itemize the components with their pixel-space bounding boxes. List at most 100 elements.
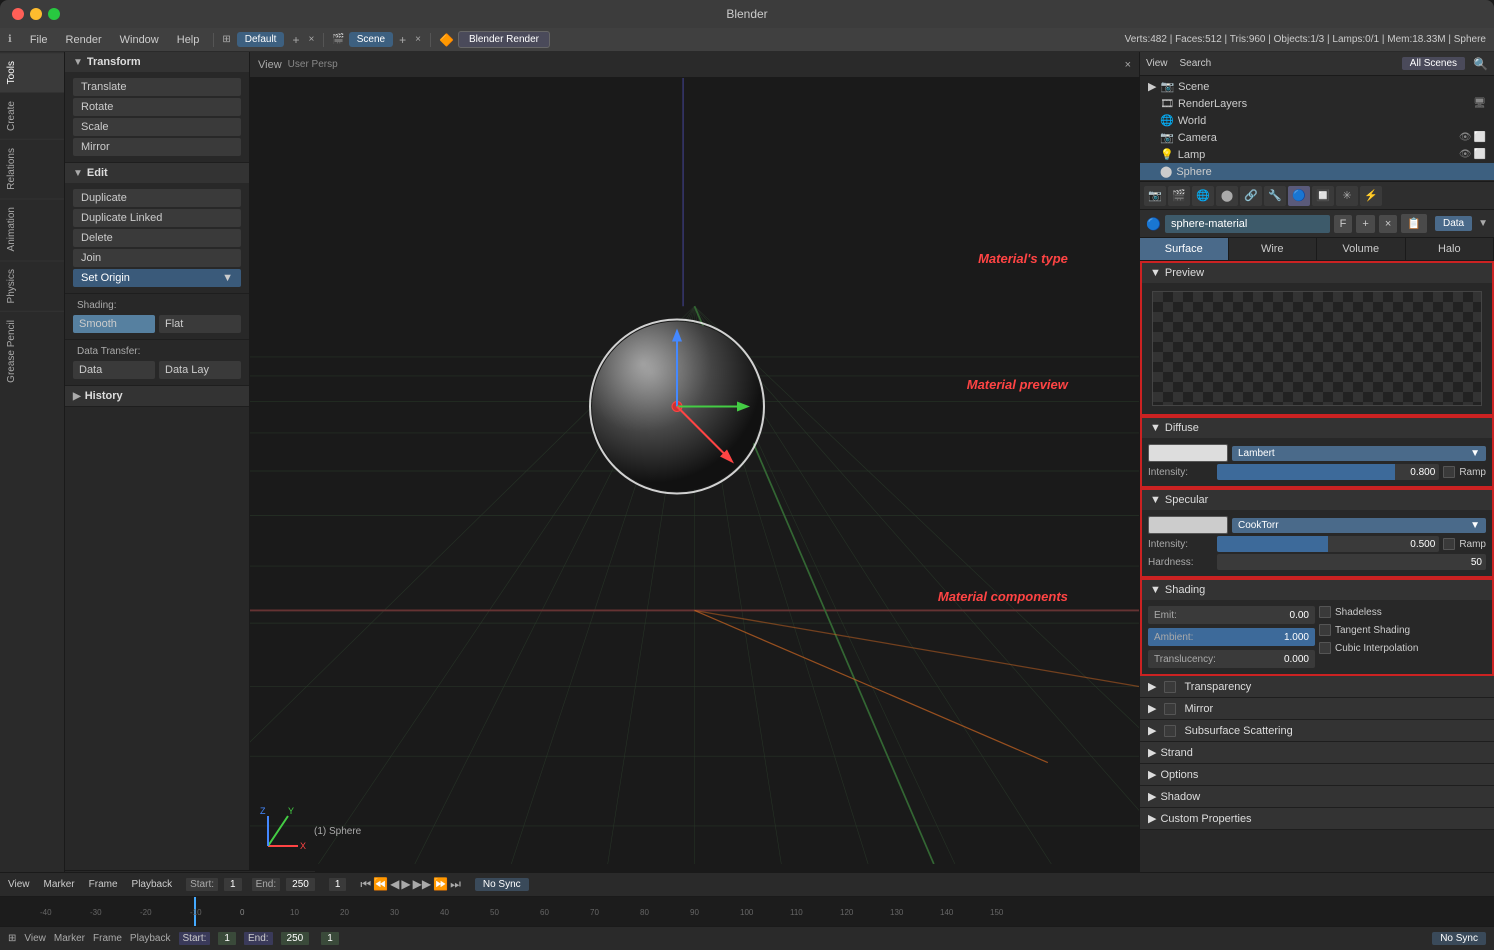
- specular-ramp-checkbox[interactable]: [1443, 538, 1455, 550]
- menu-help[interactable]: Help: [169, 32, 208, 48]
- timeline-current-frame[interactable]: 1: [329, 878, 347, 891]
- smooth-button[interactable]: Smooth: [73, 315, 155, 333]
- preview-header[interactable]: ▼ Preview: [1142, 263, 1492, 283]
- sidebar-tab-tools[interactable]: Tools: [0, 52, 64, 92]
- outliner-item-lamp[interactable]: 💡 Lamp 👁 ⬜: [1140, 146, 1494, 163]
- tab-halo[interactable]: Halo: [1406, 238, 1494, 260]
- all-scenes-btn[interactable]: All Scenes: [1402, 57, 1465, 70]
- shadeless-checkbox[interactable]: [1319, 606, 1331, 618]
- status-no-sync[interactable]: No Sync: [1432, 932, 1486, 945]
- layout-button[interactable]: Default: [237, 32, 285, 47]
- status-end-val[interactable]: 250: [281, 932, 310, 945]
- prev-frame-btn[interactable]: ◀: [390, 877, 399, 892]
- physics-props-icon[interactable]: ⚡: [1360, 186, 1382, 206]
- maximize-button[interactable]: [48, 8, 60, 20]
- next-keyframe-btn[interactable]: ⏩: [433, 877, 448, 892]
- mirror-checkbox[interactable]: [1164, 703, 1176, 715]
- specular-color-swatch[interactable]: [1148, 516, 1228, 534]
- add-layout-button[interactable]: +: [288, 33, 303, 47]
- timeline-playback-btn[interactable]: Playback: [132, 879, 173, 890]
- rotate-button[interactable]: Rotate: [73, 98, 241, 116]
- render-engine-button[interactable]: Blender Render: [458, 31, 550, 48]
- close-button[interactable]: [12, 8, 24, 20]
- outliner-search-btn[interactable]: Search: [1180, 58, 1212, 69]
- status-current-frame[interactable]: 1: [321, 932, 339, 945]
- next-frame-btn[interactable]: ▶▶: [413, 877, 431, 892]
- emit-slider[interactable]: Emit: 0.00: [1148, 606, 1315, 624]
- status-view[interactable]: View: [24, 933, 46, 944]
- shadow-header[interactable]: ▶ Shadow: [1140, 786, 1494, 807]
- specular-type-dropdown[interactable]: CookTorr ▼: [1232, 518, 1486, 533]
- custom-props-header[interactable]: ▶ Custom Properties: [1140, 808, 1494, 829]
- timeline-start-val[interactable]: 1: [224, 878, 242, 891]
- minimize-button[interactable]: [30, 8, 42, 20]
- sidebar-tab-grease[interactable]: Grease Pencil: [0, 311, 64, 391]
- translate-button[interactable]: Translate: [73, 78, 241, 96]
- timeline-marker-btn[interactable]: Marker: [44, 879, 75, 890]
- cubic-checkbox[interactable]: [1319, 642, 1331, 654]
- remove-layout-button[interactable]: ×: [305, 34, 317, 45]
- subsurface-header[interactable]: ▶ Subsurface Scattering: [1140, 720, 1494, 741]
- shading-props-header[interactable]: ▼ Shading: [1142, 580, 1492, 600]
- outliner-item-camera[interactable]: 📷 Camera 👁 ⬜: [1140, 129, 1494, 146]
- join-button[interactable]: Join: [73, 249, 241, 267]
- mirror-button[interactable]: Mirror: [73, 138, 241, 156]
- world-props-icon[interactable]: 🌐: [1192, 186, 1214, 206]
- tangent-checkbox[interactable]: [1319, 624, 1331, 636]
- status-playback[interactable]: Playback: [130, 933, 171, 944]
- edit-header[interactable]: ▼ Edit: [65, 163, 249, 183]
- menu-render[interactable]: Render: [58, 32, 110, 48]
- material-name-input[interactable]: sphere-material: [1165, 215, 1330, 233]
- remove-material-button[interactable]: ×: [1379, 215, 1397, 233]
- constraint-props-icon[interactable]: 🔗: [1240, 186, 1262, 206]
- status-frame[interactable]: Frame: [93, 933, 122, 944]
- tab-volume[interactable]: Volume: [1317, 238, 1406, 260]
- camera-vis-icon[interactable]: 👁: [1459, 132, 1472, 143]
- object-props-icon[interactable]: ⬤: [1216, 186, 1238, 206]
- outliner-item-scene[interactable]: ▶ 📷 Scene: [1140, 78, 1494, 95]
- play-btn[interactable]: ▶: [401, 877, 410, 892]
- restrict-render-icon[interactable]: 🖥: [1473, 98, 1486, 109]
- camera-render-icon[interactable]: ⬜: [1474, 132, 1486, 143]
- scene-props-icon[interactable]: 🎬: [1168, 186, 1190, 206]
- transparency-header[interactable]: ▶ Transparency: [1140, 676, 1494, 697]
- outliner-item-world[interactable]: 🌐 World: [1140, 112, 1494, 129]
- scene-button[interactable]: Scene: [349, 32, 393, 47]
- mirror-header[interactable]: ▶ Mirror: [1140, 698, 1494, 719]
- timeline-frame-btn[interactable]: Frame: [89, 879, 118, 890]
- viewport-close[interactable]: ×: [1125, 59, 1131, 71]
- specular-intensity-slider[interactable]: 0.500: [1217, 536, 1439, 552]
- render-props-icon[interactable]: 📷: [1144, 186, 1166, 206]
- timeline-end-val[interactable]: 250: [286, 878, 315, 891]
- duplicate-linked-button[interactable]: Duplicate Linked: [73, 209, 241, 227]
- diffuse-color-swatch[interactable]: [1148, 444, 1228, 462]
- texture-props-icon[interactable]: 🔲: [1312, 186, 1334, 206]
- transform-header[interactable]: ▼ Transform: [65, 52, 249, 72]
- jump-start-btn[interactable]: ⏮: [360, 877, 371, 892]
- no-sync-btn[interactable]: No Sync: [475, 878, 529, 891]
- diffuse-intensity-slider[interactable]: 0.800: [1217, 464, 1439, 480]
- outliner-item-sphere[interactable]: ⬤ Sphere: [1140, 163, 1494, 180]
- flat-button[interactable]: Flat: [159, 315, 241, 333]
- transparency-checkbox[interactable]: [1164, 681, 1176, 693]
- status-marker[interactable]: Marker: [54, 933, 85, 944]
- modifier-props-icon[interactable]: 🔧: [1264, 186, 1286, 206]
- sidebar-tab-physics[interactable]: Physics: [0, 260, 64, 311]
- set-origin-dropdown[interactable]: Set Origin ▼: [73, 269, 241, 287]
- diffuse-type-dropdown[interactable]: Lambert ▼: [1232, 446, 1486, 461]
- browse-material-button[interactable]: 📋: [1401, 214, 1427, 233]
- timeline-view-btn[interactable]: View: [8, 879, 30, 890]
- data-button[interactable]: Data: [73, 361, 155, 379]
- timeline-body[interactable]: -40 -30 -20 -10 0 10 20 30 40 50 60 70 8…: [0, 897, 1494, 926]
- jump-end-btn[interactable]: ⏭: [450, 877, 461, 892]
- translucency-slider[interactable]: Translucency: 0.000: [1148, 650, 1315, 668]
- options-header[interactable]: ▶ Options: [1140, 764, 1494, 785]
- data-button[interactable]: Data: [1435, 216, 1472, 231]
- scale-button[interactable]: Scale: [73, 118, 241, 136]
- prev-keyframe-btn[interactable]: ⏪: [373, 877, 388, 892]
- specular-hardness-slider[interactable]: 50: [1217, 554, 1486, 570]
- tab-wire[interactable]: Wire: [1229, 238, 1318, 260]
- viewport-view-btn[interactable]: View: [258, 59, 282, 71]
- material-props-icon[interactable]: 🔵: [1288, 186, 1310, 206]
- viewport[interactable]: View User Persp ×: [250, 52, 1139, 890]
